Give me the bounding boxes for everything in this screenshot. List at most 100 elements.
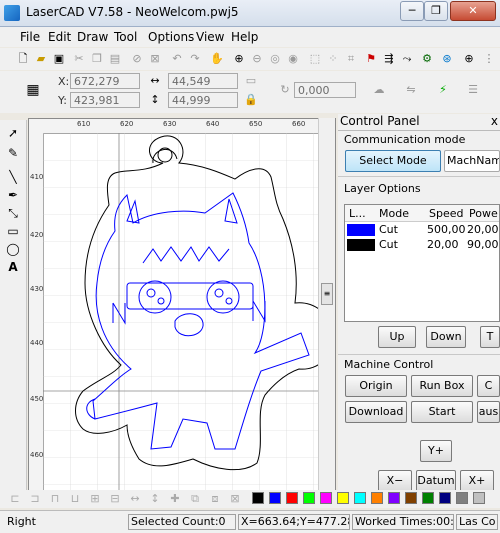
palette-color-black[interactable]: [252, 492, 264, 504]
select-region-icon[interactable]: ⬚: [308, 52, 322, 66]
layer-table[interactable]: L... Mode Speed Powe Cut 500,00 20,00 Cu…: [344, 204, 500, 322]
paste-icon[interactable]: ▤: [108, 52, 122, 66]
grid-icon[interactable]: ▦: [26, 83, 40, 97]
align-center-icon[interactable]: ⊞: [88, 492, 102, 506]
hand-pan-icon[interactable]: ✋: [210, 52, 224, 66]
download-button[interactable]: Download: [345, 401, 407, 423]
move-y-plus-button[interactable]: Y+: [420, 440, 452, 462]
menu-help[interactable]: Help: [231, 30, 258, 44]
path-icon[interactable]: ⤳: [400, 52, 414, 66]
ellipse-tool-icon[interactable]: ◯: [6, 242, 20, 256]
array-icon[interactable]: ⊠: [228, 492, 242, 506]
pause-button[interactable]: aus: [477, 401, 500, 423]
panel-close-icon[interactable]: x: [491, 114, 498, 128]
flag-icon[interactable]: ⚑: [364, 52, 378, 66]
pen-tool-icon[interactable]: ✒: [6, 188, 20, 202]
grid-dots-icon[interactable]: ⁘: [326, 52, 340, 66]
rectangle-tool-icon[interactable]: ▭: [6, 224, 20, 238]
new-file-icon[interactable]: 🗋: [16, 52, 30, 66]
zoom-out-icon[interactable]: ⊖: [250, 52, 264, 66]
open-folder-icon[interactable]: ▰: [34, 52, 48, 66]
minimize-button[interactable]: ─: [400, 1, 424, 21]
width-field[interactable]: 44,549: [168, 73, 238, 89]
order-icon[interactable]: ⇶: [382, 52, 396, 66]
maximize-button[interactable]: ❐: [424, 1, 448, 21]
center-page-icon[interactable]: ✚: [168, 492, 182, 506]
machine-name-field[interactable]: MachNam: [444, 150, 500, 172]
drawing-canvas[interactable]: 610 620 630 640 650 660 670 410 420 430 …: [28, 118, 336, 504]
palette-color-brown[interactable]: [405, 492, 417, 504]
move-x-plus-button[interactable]: X+: [460, 470, 494, 492]
palette-color-red[interactable]: [286, 492, 298, 504]
datum-button[interactable]: Datum: [416, 470, 456, 492]
menu-options[interactable]: Options: [148, 30, 194, 44]
zoom-page-icon[interactable]: ◉: [286, 52, 300, 66]
cancel-icon[interactable]: ⊘: [130, 52, 144, 66]
ungroup-icon[interactable]: ⧈: [208, 492, 222, 506]
scale-icon[interactable]: ▭: [244, 74, 258, 88]
redo-icon[interactable]: ↷: [188, 52, 202, 66]
zoom-icon[interactable]: ⊕: [232, 52, 246, 66]
menu-tool[interactable]: Tool: [114, 30, 137, 44]
column-header-power[interactable]: Powe: [469, 207, 498, 220]
cut-box-button[interactable]: C: [477, 375, 500, 397]
laser-head-icon[interactable]: ⊛: [440, 52, 454, 66]
palette-color-dark-green[interactable]: [422, 492, 434, 504]
column-header-speed[interactable]: Speed: [429, 207, 463, 220]
save-icon[interactable]: ▣: [52, 52, 66, 66]
cut-icon[interactable]: ✂: [72, 52, 86, 66]
layer-icon[interactable]: ☰: [466, 83, 480, 97]
optimize-icon[interactable]: ⚙: [420, 52, 434, 66]
palette-color-navy[interactable]: [439, 492, 451, 504]
group-icon[interactable]: ⧉: [188, 492, 202, 506]
scroll-thumb[interactable]: ≡: [321, 283, 333, 305]
text-tool-icon[interactable]: A: [6, 260, 20, 274]
y-position-field[interactable]: 423,981: [70, 92, 140, 108]
palette-color-yellow[interactable]: [337, 492, 349, 504]
origin-button[interactable]: Origin: [345, 375, 407, 397]
rotate-field[interactable]: 0,000: [294, 82, 356, 98]
x-position-field[interactable]: 672,279: [70, 73, 140, 89]
same-width-icon[interactable]: ↔: [128, 492, 142, 506]
node-edit-tool-icon[interactable]: ✎: [6, 146, 20, 160]
node-edit-icon[interactable]: ⌗: [344, 52, 358, 66]
delete-icon[interactable]: ⊠: [148, 52, 162, 66]
column-header-layer[interactable]: L...: [349, 207, 366, 220]
move-x-minus-button[interactable]: X−: [378, 470, 412, 492]
align-bottom-icon[interactable]: ⊔: [68, 492, 82, 506]
same-height-icon[interactable]: ↕: [148, 492, 162, 506]
layer-down-button[interactable]: Down: [426, 326, 466, 348]
palette-color-blue[interactable]: [269, 492, 281, 504]
layer-row[interactable]: Cut 500,00 20,00: [345, 223, 499, 237]
palette-color-silver[interactable]: [473, 492, 485, 504]
height-field[interactable]: 44,999: [168, 92, 238, 108]
lock-ratio-icon[interactable]: 🔒: [244, 93, 258, 107]
align-left-icon[interactable]: ⊏: [8, 492, 22, 506]
copy-icon[interactable]: ❐: [90, 52, 104, 66]
layer-top-button[interactable]: T: [480, 326, 500, 348]
align-right-icon[interactable]: ⊐: [28, 492, 42, 506]
align-top-icon[interactable]: ⊓: [48, 492, 62, 506]
target-icon[interactable]: ⊕: [462, 52, 476, 66]
line-tool-icon[interactable]: ╲: [6, 170, 20, 184]
zoom-fit-icon[interactable]: ◎: [268, 52, 282, 66]
rotate-icon[interactable]: ↻: [278, 83, 292, 97]
power-icon[interactable]: ⚡: [436, 83, 450, 97]
close-button[interactable]: ✕: [450, 1, 496, 21]
distribute-icon[interactable]: ⊟: [108, 492, 122, 506]
layer-up-button[interactable]: Up: [378, 326, 416, 348]
menu-edit[interactable]: Edit: [48, 30, 71, 44]
palette-color-purple[interactable]: [388, 492, 400, 504]
palette-color-cyan[interactable]: [354, 492, 366, 504]
palette-color-gray[interactable]: [456, 492, 468, 504]
cloud-icon[interactable]: ☁: [372, 83, 386, 97]
menu-draw[interactable]: Draw: [77, 30, 108, 44]
more-icon[interactable]: ⋮: [482, 52, 496, 66]
design-drawing[interactable]: [43, 133, 335, 503]
palette-color-magenta[interactable]: [320, 492, 332, 504]
column-header-mode[interactable]: Mode: [379, 207, 409, 220]
canvas-vertical-scrollbar[interactable]: ≡: [318, 118, 335, 504]
palette-color-orange[interactable]: [371, 492, 383, 504]
select-mode-button[interactable]: Select Mode: [345, 150, 441, 172]
palette-color-green[interactable]: [303, 492, 315, 504]
